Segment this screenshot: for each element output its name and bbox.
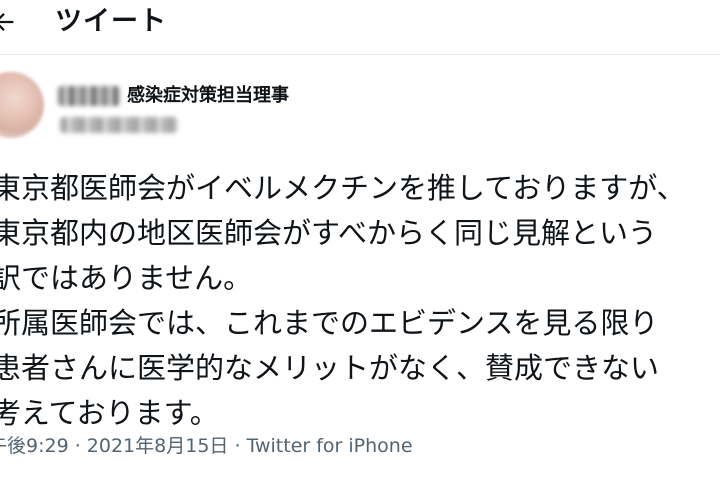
tweet-text: 東京都医師会がイベルメクチンを推しておりますが、 東京都内の地区医師会がすべから… (0, 166, 720, 436)
tweet-screen: ツイート 感染症対策担当理事 東京都医師会がイベルメクチンを推しておりますが、 … (0, 0, 720, 480)
tweet-text-line: 所属医師会では、これまでのエビデンスを見る限り (0, 306, 659, 340)
page-title: ツイート (55, 6, 167, 37)
tweet-text-line: 訳ではありません。 (0, 261, 253, 295)
author-name-redacted[interactable] (58, 86, 120, 106)
tweet-timestamp-source: 午後9:29 · 2021年8月15日 · Twitter for iPhone (0, 435, 413, 457)
tweet-text-line: 東京都医師会がイベルメクチンを推しておりますが、 (0, 171, 686, 205)
avatar[interactable] (0, 72, 44, 138)
author-title[interactable]: 感染症対策担当理事 (127, 83, 289, 109)
author-handle-redacted[interactable] (60, 117, 178, 133)
arrow-left-icon[interactable] (0, 8, 18, 36)
top-bar: ツイート (0, 0, 720, 50)
tweet-text-line: 考えております。 (0, 396, 219, 430)
tweet-text-line: 患者さんに医学的なメリットがなく、賛成できない (0, 351, 660, 385)
tweet-text-line: 東京都内の地区医師会がすべからく同じ見解という (0, 216, 657, 250)
header-divider (0, 54, 720, 55)
